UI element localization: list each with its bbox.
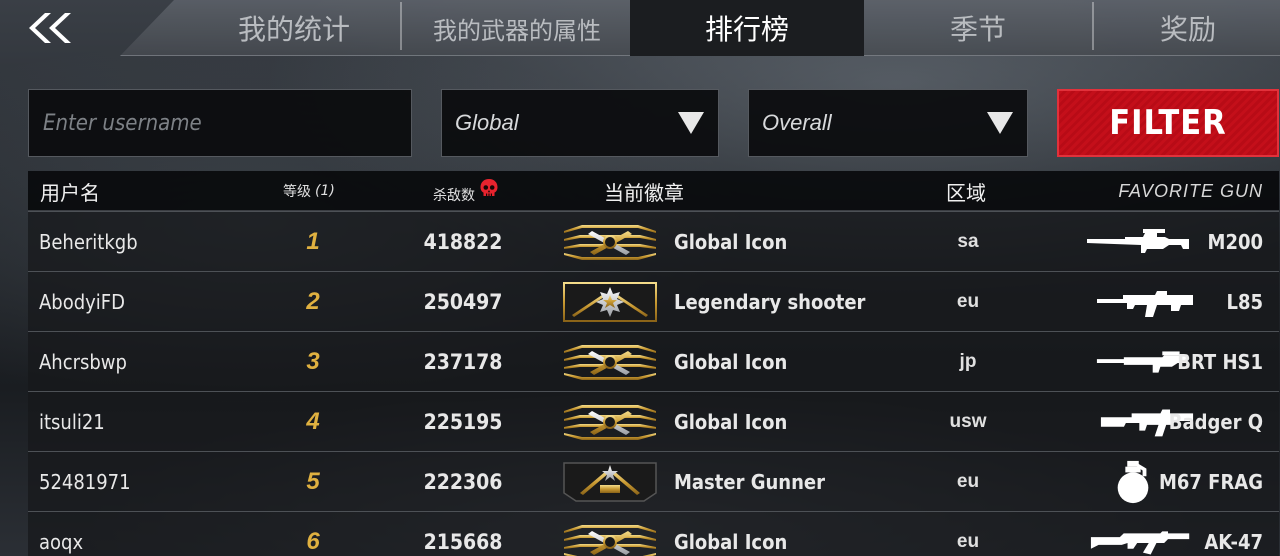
row-rank: 4 [306,408,320,435]
ak-rifle-icon [1075,512,1195,556]
row-badge-name: Global Icon [674,230,788,254]
row-gun-name: BRT HS1 [1177,350,1263,374]
header-username: 用户名 [40,180,100,205]
header-favorite-gun: FAVORITE GUN [1118,180,1263,201]
mode-select[interactable]: Overall [748,89,1028,157]
caret-down-icon [987,112,1013,134]
table-row[interactable]: itsuli21 4 225195 Global Icon usw Badger… [28,391,1279,451]
legendary-shooter-badge [561,272,659,332]
row-username: 52481971 [39,470,131,494]
row-gun-name: M200 [1207,230,1263,254]
table-row[interactable]: Ahcrsbwp 3 237178 Global Icon jp BRT HS1 [28,331,1279,391]
sniper-rifle-icon [1075,212,1195,272]
row-region: eu [956,291,980,312]
table-header: 用户名 等级 (1) 杀敌数 当前徽章 区域 FAVORITE GUN [28,171,1279,211]
master-gunner-badge [561,452,659,512]
tab-season[interactable]: 季节 [864,0,1092,56]
skull-icon [480,179,498,196]
row-gun-name: L85 [1226,290,1263,314]
row-badge-name: Global Icon [674,530,788,554]
header-level: 等级 (1) [283,171,335,211]
filter-button[interactable]: FILTER [1057,89,1279,157]
region-select[interactable]: Global [441,89,719,157]
tab-my-weapon-attributes[interactable]: 我的武器的属性 [404,0,630,56]
header-region: 区域 [946,180,986,205]
table-row[interactable]: aoqx 6 215668 Global Icon eu AK-47 [28,511,1279,556]
username-search-input[interactable] [28,89,412,157]
row-badge-name: Legendary shooter [674,290,866,314]
caret-down-icon [678,112,704,134]
row-username: Ahcrsbwp [39,350,127,374]
tab-rewards[interactable]: 奖励 [1096,0,1280,56]
global-icon-badge [561,212,659,272]
header-level-label: 等级 [283,184,311,200]
row-region: eu [956,531,980,552]
tab-leaderboard[interactable]: 排行榜 [630,0,864,56]
tab-divider [1092,2,1094,50]
back-button[interactable] [0,0,100,56]
row-rank: 1 [306,228,320,255]
row-kills: 215668 [423,530,503,554]
row-gun-name: AK-47 [1204,530,1263,554]
row-username: Beheritkgb [39,230,138,254]
table-row[interactable]: AbodyiFD 2 250497 Legendary shooter eu L… [28,271,1279,331]
row-kills: 237178 [423,350,503,374]
row-badge-name: Global Icon [674,410,788,434]
row-badge-name: Master Gunner [674,470,825,494]
row-gun-name: M67 FRAG [1158,470,1263,494]
row-rank: 6 [306,528,320,555]
tab-bar: 我的统计 我的武器的属性 排行榜 季节 奖励 [120,0,1280,56]
row-gun-name: Badger Q [1168,410,1263,434]
row-region: usw [949,411,987,432]
header-kills-label: 杀敌数 [433,188,475,204]
global-icon-badge [561,512,659,556]
table-row[interactable]: 52481971 5 222306 Master Gunner eu M67 F… [28,451,1279,511]
header-level-suffix: (1) [315,183,335,199]
row-region: sa [957,231,979,252]
global-icon-badge [561,392,659,452]
top-navigation: 我的统计 我的武器的属性 排行榜 季节 奖励 [0,0,1280,56]
region-select-value: Global [455,110,519,135]
double-chevron-left-icon [29,13,71,43]
row-username: AbodyiFD [39,290,126,314]
mode-select-value: Overall [762,110,832,135]
row-rank: 2 [306,288,320,315]
table-row[interactable]: Beheritkgb 1 418822 Global Icon sa M200 [28,211,1279,271]
row-rank: 3 [306,348,320,375]
row-badge-name: Global Icon [674,350,788,374]
row-region: jp [959,351,977,372]
row-region: eu [956,471,980,492]
global-icon-badge [561,332,659,392]
leaderboard-table: 用户名 等级 (1) 杀敌数 当前徽章 区域 FAVORITE GUN Behe… [28,171,1279,556]
row-username: itsuli21 [39,410,105,434]
row-kills: 225195 [423,410,503,434]
row-kills: 222306 [423,470,503,494]
bullpup-rifle-icon [1075,272,1195,332]
row-username: aoqx [39,530,84,554]
row-kills: 250497 [423,290,503,314]
tab-my-stats[interactable]: 我的统计 [204,0,384,56]
header-kills: 杀敌数 [433,175,499,215]
row-rank: 5 [306,468,320,495]
grenade-icon [1033,452,1153,512]
header-current-badge: 当前徽章 [604,180,684,205]
tab-divider [400,2,402,50]
row-kills: 418822 [423,230,503,254]
